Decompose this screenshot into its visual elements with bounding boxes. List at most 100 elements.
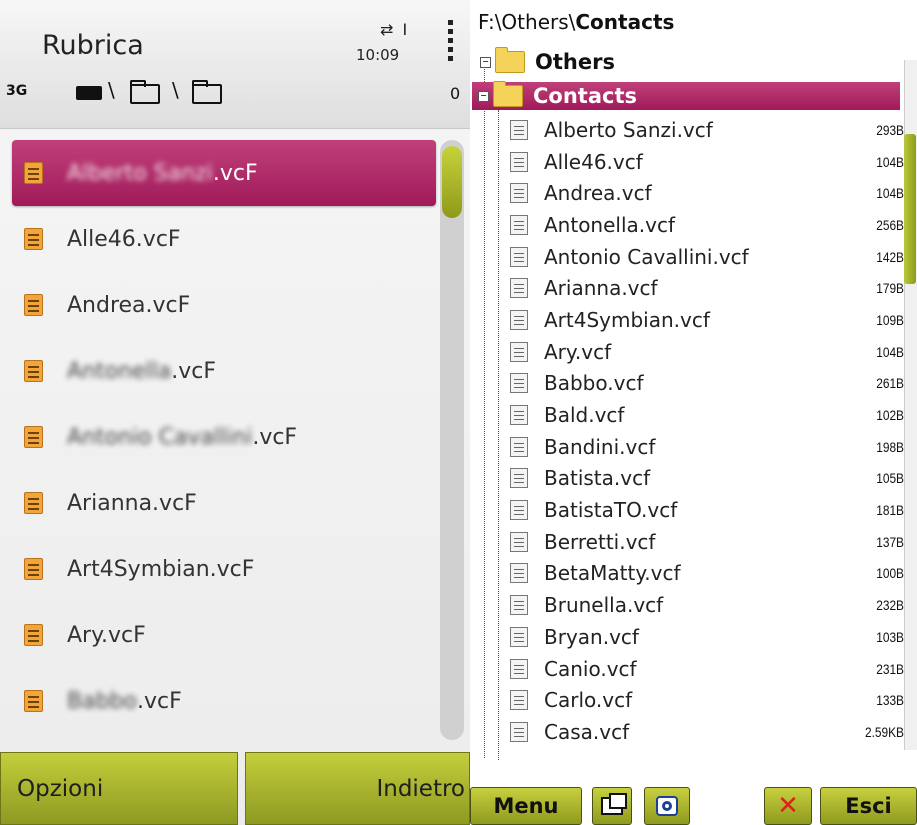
document-icon [510, 341, 528, 362]
file-row[interactable]: Carlo.vcf 133B [510, 684, 904, 716]
document-icon [510, 405, 528, 426]
contact-item[interactable]: Ary.vcF [12, 602, 436, 668]
scrollbar-thumb[interactable] [904, 134, 916, 284]
status-bar: Rubrica ⇄ I 10:09 3G \ \ 0 [0, 0, 470, 129]
contact-name: .vcF [171, 358, 217, 384]
contact-item[interactable]: Antonio Cavallini .vcF [12, 404, 436, 470]
contact-name-blurred: Alberto Sanzi [67, 160, 213, 186]
vcard-icon [24, 624, 43, 646]
folder-icon [495, 47, 525, 73]
contact-name: .vcF [252, 424, 298, 450]
file-row[interactable]: Arianna.vcf 179B [510, 272, 904, 304]
contact-item[interactable]: Arianna.vcF [12, 470, 436, 536]
contact-item[interactable]: Alle46.vcF [12, 206, 436, 272]
file-row[interactable]: Alberto Sanzi.vcf 293B [510, 114, 904, 146]
scrollbar-track[interactable] [440, 140, 464, 740]
softkey-bar: Opzioni Indietro [0, 752, 470, 825]
file-name: Arianna.vcf [544, 276, 658, 301]
document-icon [510, 563, 528, 584]
current-path: F:\Others\Contacts [478, 10, 674, 34]
document-icon [510, 309, 528, 330]
file-size: 102B [876, 407, 904, 424]
file-row[interactable]: Bandini.vcf 198B [510, 431, 904, 463]
file-row[interactable]: Ary.vcf 104B [510, 336, 904, 368]
contact-item[interactable]: Babbo .vcF [12, 668, 436, 734]
file-list: Alberto Sanzi.vcf 293B Alle46.vcf 104B And… [510, 114, 904, 748]
file-row[interactable]: Canio.vcf 231B [510, 653, 904, 685]
close-button[interactable]: ✕ [764, 787, 812, 825]
contact-item[interactable]: Antonella .vcF [12, 338, 436, 404]
back-softkey[interactable]: Indietro [245, 752, 470, 825]
tree-connector [498, 110, 499, 760]
contact-list: Alberto Sanzi .vcF Alle46.vcF Andrea.vcF … [12, 140, 436, 734]
file-size: 104B [876, 185, 904, 202]
file-row[interactable]: Bryan.vcf 103B [510, 621, 904, 653]
scrollbar-thumb[interactable] [442, 146, 462, 218]
file-row[interactable]: Brunella.vcf 232B [510, 589, 904, 621]
document-icon [510, 468, 528, 489]
file-name: Alle46.vcf [544, 149, 643, 174]
file-name: Bryan.vcf [544, 624, 639, 649]
file-name: Casa.vcf [544, 719, 630, 744]
collapse-icon[interactable]: − [480, 56, 491, 68]
file-row[interactable]: Babbo.vcf 261B [510, 368, 904, 400]
file-row[interactable]: Alle46.vcf 104B [510, 146, 904, 178]
document-icon [510, 246, 528, 267]
document-icon [510, 183, 528, 204]
copy-button[interactable] [592, 787, 632, 825]
file-row[interactable]: Casa.vcf 2.59KB [510, 716, 904, 748]
contact-name: Arianna.vcF [67, 490, 197, 516]
file-name: BatistaTO.vcf [544, 498, 678, 523]
folder-icon [493, 81, 523, 107]
file-size: 293B [876, 121, 904, 138]
document-icon [510, 658, 528, 679]
refresh-button[interactable] [644, 787, 690, 825]
document-icon [510, 278, 528, 299]
close-icon: ✕ [777, 791, 799, 821]
contact-name: Ary.vcF [67, 622, 146, 648]
connectivity-icons: ⇄ I [380, 20, 410, 39]
tree-folder-contacts[interactable]: − Contacts [472, 81, 900, 110]
options-softkey[interactable]: Opzioni [0, 752, 238, 825]
copy-icon [601, 793, 627, 815]
menu-button[interactable]: Menu [470, 787, 582, 825]
file-size: 232B [876, 597, 904, 614]
document-icon [510, 595, 528, 616]
vcard-icon [24, 228, 43, 250]
file-row[interactable]: Batista.vcf 105B [510, 463, 904, 495]
file-size: 261B [876, 375, 904, 392]
file-row[interactable]: Berretti.vcf 137B [510, 526, 904, 558]
file-size: 100B [876, 565, 904, 582]
contact-name: Alle46.vcF [67, 226, 181, 252]
file-name: Babbo.vcf [544, 371, 644, 396]
collapse-icon[interactable]: − [478, 90, 489, 102]
file-row[interactable]: Antonella.vcf 256B [510, 209, 904, 241]
file-row[interactable]: BetaMatty.vcf 100B [510, 558, 904, 590]
vcard-icon [24, 294, 43, 316]
file-row[interactable]: Antonio Cavallini.vcf 142B [510, 241, 904, 273]
document-icon [510, 436, 528, 457]
vcard-icon [24, 558, 43, 580]
file-size: 231B [876, 660, 904, 677]
file-row[interactable]: BatistaTO.vcf 181B [510, 494, 904, 526]
file-size: 181B [876, 502, 904, 519]
file-row[interactable]: Andrea.vcf 104B [510, 177, 904, 209]
battery-indicator: 0 [450, 84, 461, 103]
contact-item[interactable]: Andrea.vcF [12, 272, 436, 338]
file-size: 2.59KB [864, 723, 904, 740]
file-row[interactable]: Art4Symbian.vcf 109B [510, 304, 904, 336]
contact-item[interactable]: Alberto Sanzi .vcF [12, 140, 436, 206]
path-separator-icon: \ [172, 78, 179, 102]
contact-name-blurred: Antonella [67, 358, 172, 384]
file-name: Berretti.vcf [544, 529, 656, 554]
exit-button[interactable]: Esci [820, 787, 917, 825]
contact-name: .vcF [212, 160, 258, 186]
file-size: 179B [876, 280, 904, 297]
path-prefix: F:\Others\ [478, 10, 576, 34]
contact-item[interactable]: Art4Symbian.vcF [12, 536, 436, 602]
file-row[interactable]: Bald.vcf 102B [510, 399, 904, 431]
contact-name: Art4Symbian.vcF [67, 556, 255, 582]
tree-folder-others[interactable]: − Others [480, 47, 615, 76]
document-icon [510, 721, 528, 742]
file-name: Alberto Sanzi.vcf [544, 117, 713, 142]
